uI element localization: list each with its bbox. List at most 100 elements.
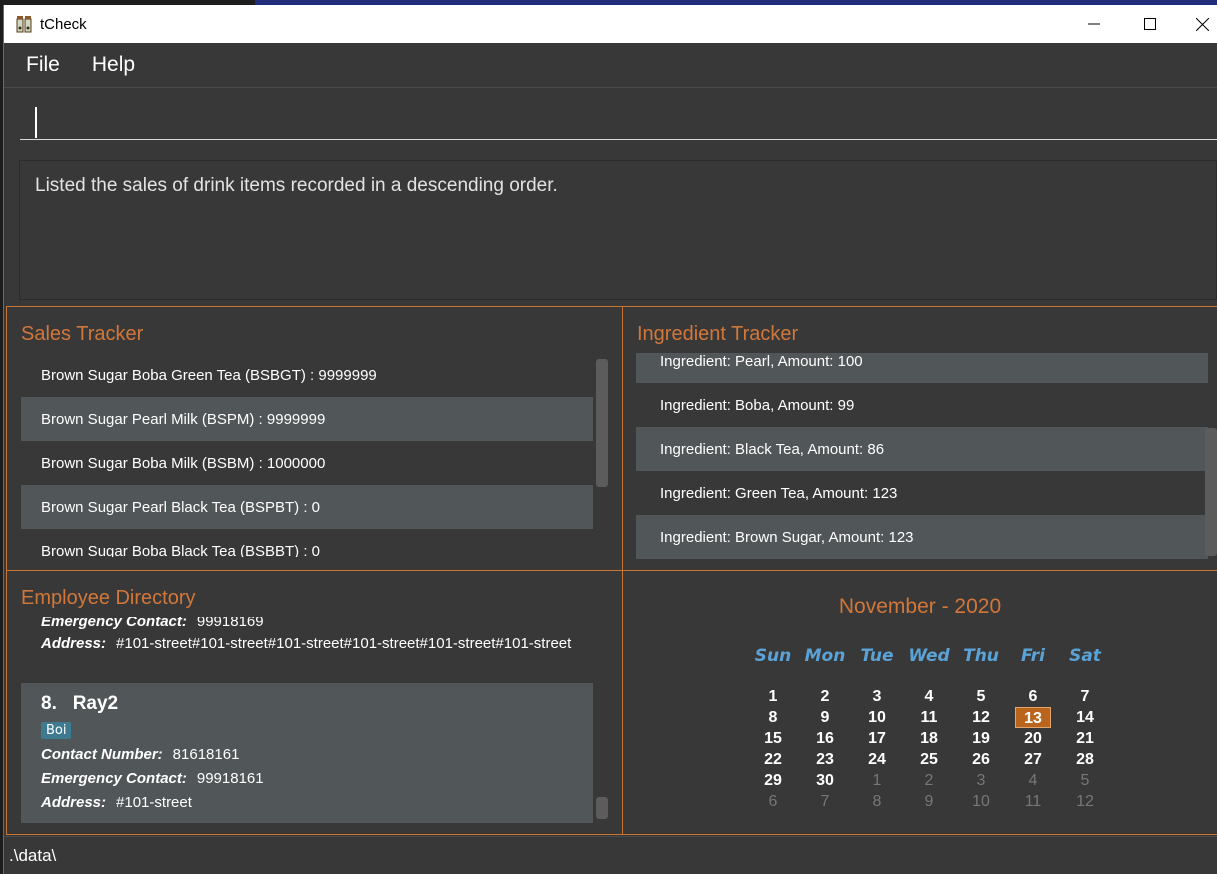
calendar-day-other-month[interactable]: 9	[903, 791, 955, 812]
calendar-day-headers: Sun Mon Tue Wed Thu Fri Sat	[747, 646, 1111, 666]
calendar-day-today[interactable]: 13	[1015, 707, 1051, 728]
employee-card-partial[interactable]: Emergency Contact: 99918169 Address: #10…	[21, 617, 593, 683]
calendar-day[interactable]: 5	[955, 686, 1007, 707]
ingredient-list-item[interactable]: Ingredient: Black Tea, Amount: 86	[636, 427, 1208, 471]
calendar-day[interactable]: 7	[1059, 686, 1111, 707]
sales-list-item[interactable]: Brown Sugar Boba Black Tea (BSBBT) : 0	[21, 529, 593, 557]
calendar-week: 8 9 10 11 12 13 14	[747, 707, 1111, 728]
minimize-button[interactable]	[1065, 5, 1123, 43]
calendar-day[interactable]: 17	[851, 728, 903, 749]
employee-name: Ray2	[72, 693, 119, 714]
sales-tracker-title: Sales Tracker	[21, 323, 144, 345]
emergency-label: Emergency Contact:	[41, 617, 187, 630]
calendar-day[interactable]: 10	[851, 707, 903, 728]
ingredient-list-item[interactable]: Ingredient: Green Tea, Amount: 123	[636, 471, 1208, 515]
close-icon	[1195, 17, 1209, 31]
ingredient-list-item[interactable]: Ingredient: Pearl, Amount: 100	[636, 353, 1208, 383]
calendar-day[interactable]: 27	[1007, 749, 1059, 770]
calendar-day[interactable]: 4	[903, 686, 955, 707]
sales-scrollbar[interactable]	[596, 359, 608, 487]
text-caret	[35, 107, 37, 138]
minimize-icon	[1088, 23, 1100, 25]
command-box	[4, 88, 1217, 153]
calendar-title: November - 2020	[838, 595, 1002, 618]
command-input[interactable]	[20, 102, 1217, 140]
employee-address-row: Address: #101-street	[41, 791, 573, 815]
calendar-day[interactable]: 2	[799, 686, 851, 707]
calendar-day-other-month[interactable]: 8	[851, 791, 903, 812]
calendar-day[interactable]: 23	[799, 749, 851, 770]
sales-list-item[interactable]: Brown Sugar Boba Green Tea (BSBGT) : 999…	[21, 353, 593, 397]
status-path: .\data\	[9, 846, 57, 865]
calendar-day[interactable]: 15	[747, 728, 799, 749]
calendar-day[interactable]: 6	[1007, 686, 1059, 707]
ingredient-list[interactable]: Ingredient: Pearl, Amount: 100 Ingredien…	[636, 353, 1208, 559]
calendar-day[interactable]: 19	[955, 728, 1007, 749]
app-window: tCheck File Help Listed the sales of dri…	[3, 5, 1217, 874]
result-display: Listed the sales of drink items recorded…	[19, 160, 1217, 300]
calendar-day[interactable]: 11	[903, 707, 955, 728]
calendar-day-other-month[interactable]: 2	[903, 770, 955, 791]
sales-list-item[interactable]: Brown Sugar Boba Milk (BSBM) : 1000000	[21, 441, 593, 485]
ingredient-list-item[interactable]: Ingredient: Brown Sugar, Amount: 123	[636, 515, 1208, 559]
employee-name-row: 8. Ray2	[41, 693, 573, 715]
calendar-day[interactable]: 14	[1059, 707, 1111, 728]
calendar-day[interactable]: 22	[747, 749, 799, 770]
calendar-day[interactable]: 29	[747, 770, 799, 791]
calendar-day-other-month[interactable]: 6	[747, 791, 799, 812]
calendar-day[interactable]: 9	[799, 707, 851, 728]
sales-list[interactable]: Brown Sugar Boba Green Tea (BSBGT) : 999…	[21, 353, 593, 557]
calendar-day[interactable]: 18	[903, 728, 955, 749]
calendar-week: 29 30 1 2 3 4 5	[747, 770, 1111, 791]
menu-file[interactable]: File	[22, 51, 64, 79]
employee-card[interactable]: 8. Ray2 Boi Contact Number: 81618161 Eme…	[21, 683, 593, 823]
day-header: Sun	[754, 646, 792, 666]
calendar-day-other-month[interactable]: 1	[851, 770, 903, 791]
calendar-day[interactable]: 26	[955, 749, 1007, 770]
employee-list[interactable]: Emergency Contact: 99918169 Address: #10…	[21, 617, 593, 829]
calendar-day[interactable]: 21	[1059, 728, 1111, 749]
calendar-day[interactable]: 3	[851, 686, 903, 707]
calendar-day-other-month[interactable]: 7	[799, 791, 851, 812]
employee-emergency-row: Emergency Contact: 99918161	[41, 767, 573, 791]
calendar-day-other-month[interactable]: 5	[1059, 770, 1111, 791]
employee-scrollbar[interactable]	[596, 797, 608, 819]
ingredient-scrollbar[interactable]	[1205, 428, 1217, 556]
calendar-grid: Sun Mon Tue Wed Thu Fri Sat 1 2 3 4 5 6 7 8 9 10 1…	[747, 646, 1111, 812]
calendar-day-other-month[interactable]: 12	[1059, 791, 1111, 812]
window-title: tCheck	[40, 15, 87, 33]
sales-list-item[interactable]: Brown Sugar Pearl Milk (BSPM) : 9999999	[21, 397, 593, 441]
emergency-value: 99918161	[196, 770, 264, 787]
employee-emergency-row: Emergency Contact: 99918169	[41, 617, 583, 631]
calendar-day[interactable]: 25	[903, 749, 955, 770]
ingredient-tracker-title: Ingredient Tracker	[637, 323, 799, 345]
calendar-day[interactable]: 30	[799, 770, 851, 791]
sales-list-item[interactable]: Brown Sugar Pearl Black Tea (BSPBT) : 0	[21, 485, 593, 529]
ingredient-list-item[interactable]: Ingredient: Boba, Amount: 99	[636, 383, 1208, 427]
contact-value: 81618161	[172, 746, 240, 763]
calendar-day[interactable]: 28	[1059, 749, 1111, 770]
calendar-day-other-month[interactable]: 11	[1007, 791, 1059, 812]
maximize-button[interactable]	[1121, 5, 1179, 43]
calendar-day[interactable]: 24	[851, 749, 903, 770]
menu-bar: File Help	[4, 43, 1217, 88]
calendar-week: 6 7 8 9 10 11 12	[747, 791, 1111, 812]
calendar-day[interactable]: 8	[747, 707, 799, 728]
calendar-panel: November - 2020 Sun Mon Tue Wed Thu Fri …	[622, 570, 1217, 835]
close-button[interactable]	[1173, 5, 1217, 43]
calendar-day[interactable]: 12	[955, 707, 1007, 728]
calendar-day[interactable]: 1	[747, 686, 799, 707]
employee-contact-row: Contact Number: 81618161	[41, 743, 573, 767]
sales-tracker-panel: Sales Tracker Brown Sugar Boba Green Tea…	[6, 306, 623, 571]
menu-help[interactable]: Help	[88, 51, 139, 79]
day-header: Thu	[963, 646, 999, 666]
calendar-day-other-month[interactable]: 3	[955, 770, 1007, 791]
status-bar: .\data\	[4, 836, 1217, 874]
calendar-day[interactable]: 20	[1007, 728, 1059, 749]
employee-index: 8.	[41, 693, 57, 714]
address-label: Address:	[41, 794, 107, 811]
calendar-day-other-month[interactable]: 4	[1007, 770, 1059, 791]
calendar-day[interactable]: 16	[799, 728, 851, 749]
calendar-day-other-month[interactable]: 10	[955, 791, 1007, 812]
calendar-week: 15 16 17 18 19 20 21	[747, 728, 1111, 749]
